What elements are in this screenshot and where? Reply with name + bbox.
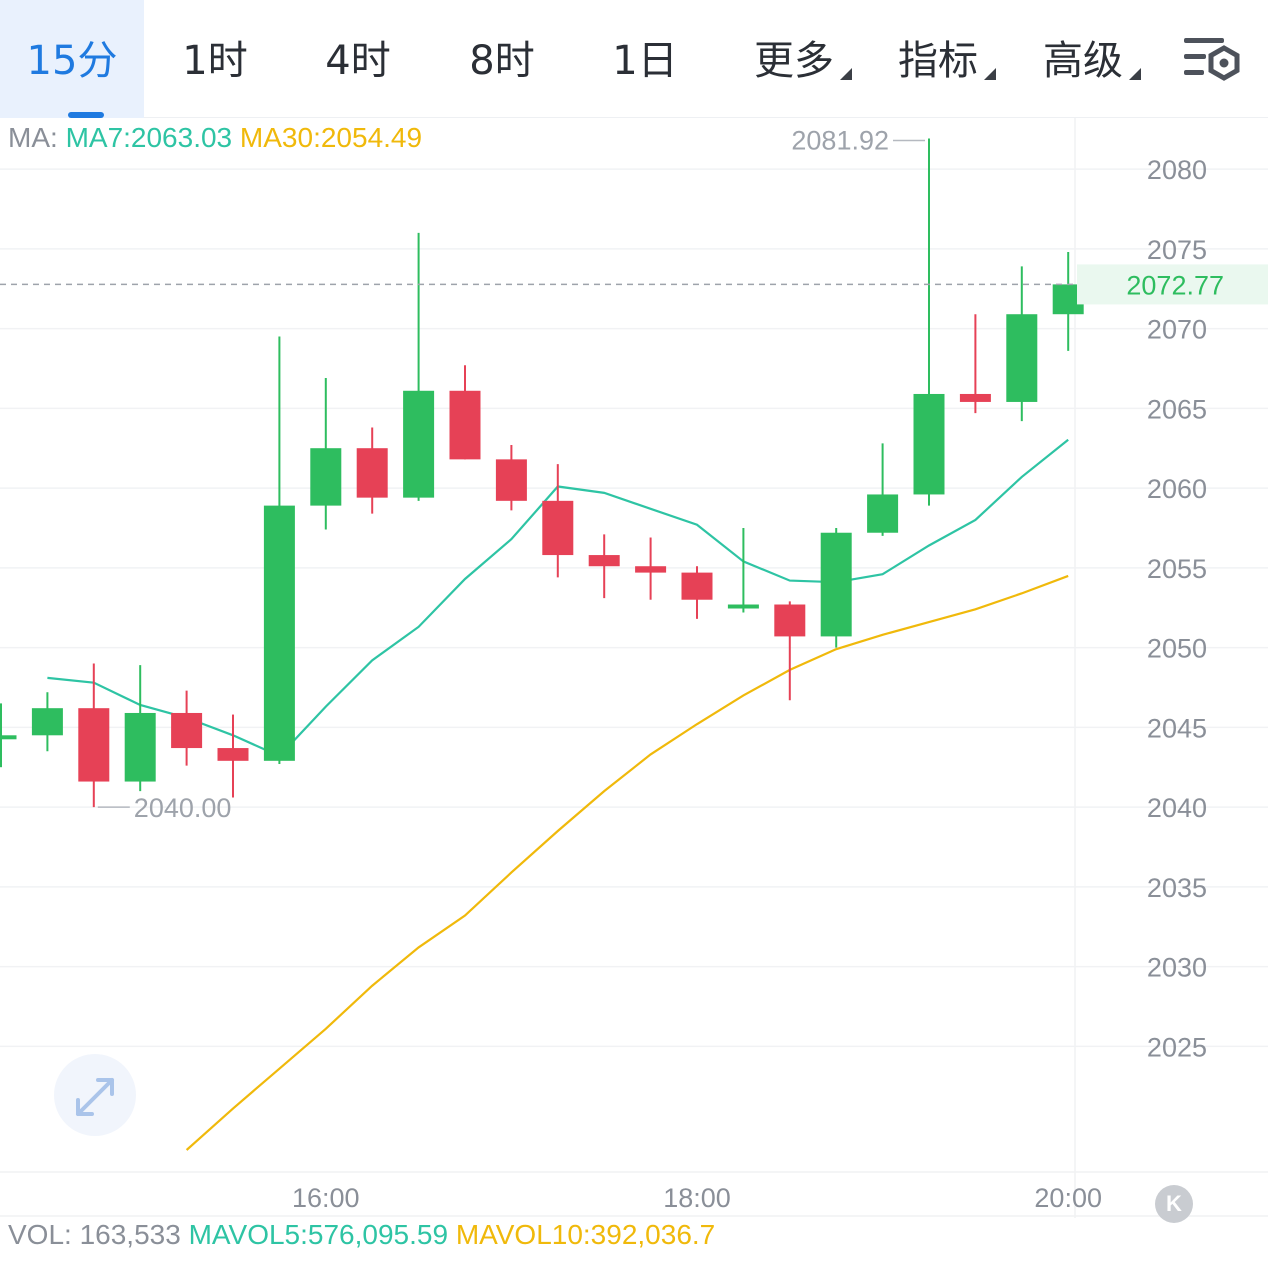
candle-down (681, 572, 713, 600)
y-tick-label: 2045 (1147, 713, 1207, 743)
dropdown-caret-icon (1129, 68, 1141, 80)
candle-down (495, 459, 527, 501)
tab-1d-label: 1日 (612, 38, 678, 84)
y-tick-label: 2080 (1147, 155, 1207, 185)
low-marker-label: 2040.00 (134, 793, 232, 823)
candle-down (635, 566, 667, 573)
mavol5-legend: MAVOL5:576,095.59 (188, 1219, 449, 1250)
y-tick-label: 2025 (1147, 1032, 1207, 1062)
last-price-label: 2072.77 (1126, 270, 1224, 300)
dropdown-caret-icon (984, 68, 996, 80)
tab-advanced-label: 高级 (1043, 38, 1123, 84)
k-badge-label: K (1166, 1191, 1182, 1216)
interval-tab-bar: 15分 1时 4时 8时 1日 更多 指标 高级 (0, 0, 1268, 118)
candle-down (78, 708, 110, 782)
tab-8h[interactable]: 8时 (447, 0, 557, 118)
x-tick-label: 18:00 (663, 1183, 731, 1213)
expand-arrows-icon (76, 1078, 114, 1116)
fullscreen-button[interactable] (54, 1054, 136, 1136)
volume-legend: VOL: 163,533 MAVOL5:576,095.59 MAVOL10:3… (8, 1219, 715, 1251)
chart-settings-icon[interactable] (1180, 34, 1244, 86)
tab-1h-label: 1时 (182, 38, 248, 84)
tab-more-label: 更多 (754, 38, 834, 84)
candle-down (959, 393, 991, 402)
candle-down (449, 390, 481, 460)
candle-down (356, 448, 388, 498)
dropdown-caret-icon (840, 68, 852, 80)
tab-indicators[interactable]: 指标 (896, 0, 996, 118)
candle-up (403, 390, 435, 498)
y-tick-label: 2030 (1147, 953, 1207, 983)
tab-15m-label: 15分 (26, 38, 118, 84)
tab-4h[interactable]: 4时 (303, 0, 413, 118)
ma30-line (185, 574, 1069, 1151)
candle-down (217, 748, 249, 761)
candle-up (820, 532, 852, 637)
tab-more[interactable]: 更多 (752, 0, 852, 118)
candle-up (31, 708, 63, 736)
volume-value: VOL: 163,533 (8, 1219, 181, 1250)
y-tick-label: 2070 (1147, 315, 1207, 345)
tab-4h-label: 4时 (325, 38, 391, 84)
candlestick-chart[interactable]: 2080 2075 2070 2065 2060 2055 2050 2045 2040 2035… (0, 118, 1268, 1218)
mavol10-legend: MAVOL10:392,036.7 (455, 1219, 716, 1250)
candle-up (310, 448, 342, 506)
candle-up (0, 735, 17, 740)
y-tick-label: 2035 (1147, 873, 1207, 903)
high-marker-label: 2081.92 (791, 125, 889, 155)
y-tick-label: 2075 (1147, 235, 1207, 265)
y-tick-label: 2065 (1147, 394, 1207, 424)
candle-up (913, 393, 945, 495)
tab-indicators-label: 指标 (898, 38, 978, 84)
y-tick-label: 2060 (1147, 474, 1207, 504)
candle-down (588, 555, 620, 567)
candle-down (774, 604, 806, 637)
candle-down (171, 712, 203, 749)
candle-up (124, 712, 156, 782)
candle-down (542, 500, 574, 556)
candle-up (1006, 314, 1038, 402)
tab-8h-label: 8时 (469, 38, 535, 84)
candle-up (727, 604, 759, 609)
candle-up (867, 494, 899, 533)
tab-1d[interactable]: 1日 (590, 0, 700, 118)
tab-15m[interactable]: 15分 (0, 0, 144, 118)
y-tick-label: 2040 (1147, 793, 1207, 823)
tab-advanced[interactable]: 高级 (1041, 0, 1141, 118)
candle-up (263, 505, 295, 761)
y-tick-label: 2050 (1147, 634, 1207, 664)
x-tick-label: 16:00 (292, 1183, 360, 1213)
k-badge-icon[interactable]: K (1155, 1185, 1193, 1223)
tab-1h[interactable]: 1时 (160, 0, 270, 118)
x-tick-label: 20:00 (1034, 1183, 1102, 1213)
y-tick-label: 2055 (1147, 554, 1207, 584)
